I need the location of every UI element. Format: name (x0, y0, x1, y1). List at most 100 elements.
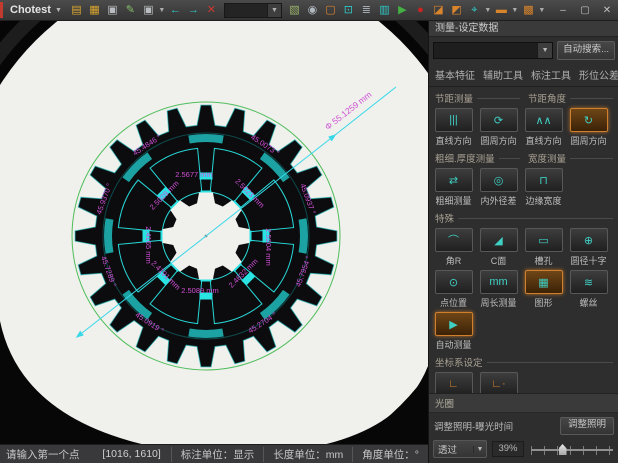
section-divider (499, 158, 520, 159)
pitch-linear-icon: ||| (435, 108, 473, 132)
delete-icon[interactable]: ✕ (203, 2, 220, 18)
tool-label: 螺丝 (579, 296, 597, 309)
perimeter-measure-tool[interactable]: mm 周长测量 (476, 270, 521, 309)
ruler-icon[interactable]: ▥ (376, 2, 393, 18)
section-divider (570, 158, 613, 159)
light-percent-value: 39% (492, 441, 524, 457)
tool-grid: ||| 直线方向 ⟳圆周方向∧∧直线方向↻ 圆周方向 (429, 105, 618, 148)
feature-combobox[interactable]: ▼ (433, 42, 553, 59)
zoom-icon[interactable]: ◉ (304, 2, 321, 18)
save-as-icon[interactable]: ▣ (140, 2, 157, 18)
app-menu[interactable]: Chotest ▼ (8, 4, 68, 16)
section-title: 坐标系设定 (435, 355, 483, 369)
c-face-tool[interactable]: ◢ C面 (476, 228, 521, 267)
tool-label: 周长测量 (480, 296, 516, 309)
tab-basic-features[interactable]: 基本特征 (431, 65, 479, 86)
combo-dropdown-icon[interactable]: ▼ (537, 43, 552, 58)
inner-outer-diameter-tool[interactable]: ◎内外径差 (476, 168, 521, 207)
target-circle-icon[interactable]: ⌖ (466, 2, 483, 18)
graphic-tool[interactable]: ▦图形 (521, 270, 566, 309)
circle-cross-icon: ⊕ (570, 228, 608, 252)
auto-search-button[interactable]: 自动搜索... (557, 41, 615, 60)
pattern-icon-caret-icon[interactable]: ▼ (538, 7, 546, 14)
open-folder-icon[interactable]: ▦ (86, 2, 103, 18)
toolbar-left: ▤▦▣✎▣▼←→✕ (68, 2, 220, 18)
pitch-circular-tool[interactable]: ⟳圆周方向 (476, 108, 521, 147)
play-icon[interactable]: ▶ (394, 2, 411, 18)
tool-label: 直线方向 (435, 134, 471, 147)
tool-grid: ⇄粗细测量◎内外径差⊓ 边缘宽度 (429, 165, 618, 208)
roi-box-icon[interactable]: ▢ (322, 2, 339, 18)
adjust-lighting-button[interactable]: 调整照明 (560, 417, 614, 435)
point-position-tool[interactable]: ⊙点位置 (431, 270, 476, 309)
slot-hole-tool[interactable]: ▭槽孔 (521, 228, 566, 267)
graphic-icon: ▦ (525, 270, 563, 294)
cursor-coordinates: [1016, 1610] (92, 448, 170, 460)
tool-label: 边缘宽度 (525, 194, 561, 207)
circle-cross-tool[interactable]: ⊕ 圆径十字 (566, 228, 611, 267)
image-icon[interactable]: ▧ (286, 2, 303, 18)
screw-thread-icon: ≋ (570, 270, 608, 294)
section-divider (458, 218, 613, 219)
section-title-wrap: 节距角度 (528, 91, 613, 105)
auto-measure-tool[interactable]: ▶自动测量 (431, 312, 476, 351)
maximize-button[interactable]: ▢ (578, 5, 592, 16)
measurement-viewport[interactable]: Φ 55.1259 mm 45.0073 ° 45.4846 ° 45.9370… (0, 21, 428, 444)
tool-label: 角R (446, 254, 462, 267)
section-divider (477, 98, 520, 99)
close-button[interactable]: ✕ (600, 5, 614, 16)
tool-tabs: 基本特征辅助工具标注工具形位公差应用工具 (429, 62, 618, 87)
perimeter-measure-icon: mm (480, 270, 518, 294)
pitch-angle-linear-tool[interactable]: ∧∧直线方向 (521, 108, 566, 147)
pattern-icon[interactable]: ▩ (520, 2, 537, 18)
redo-arrow-icon[interactable]: → (185, 2, 202, 18)
section-title: 节距测量 (435, 91, 473, 105)
panel-title: 测量-设定数据 (429, 21, 618, 37)
pick-up-icon[interactable]: ◪ (430, 2, 447, 18)
pitch-angle-circular-icon: ↻ (570, 108, 608, 132)
section-divider (487, 362, 613, 363)
point-position-icon: ⊙ (435, 270, 473, 294)
light-level-icon[interactable]: ▬ (493, 2, 510, 18)
target-circle-icon-caret-icon[interactable]: ▼ (484, 7, 492, 14)
thickness-measure-tool[interactable]: ⇄粗细测量 (431, 168, 476, 207)
combo-caret-icon[interactable]: ▼ (267, 4, 281, 17)
save-as-icon-caret-icon[interactable]: ▼ (158, 7, 166, 14)
corner-r-icon: ⌒ (435, 228, 473, 252)
section-titles: 坐标系设定 (429, 352, 618, 369)
corner-r-tool[interactable]: ⌒ 角R (431, 228, 476, 267)
app-title: Chotest (10, 4, 51, 16)
screw-thread-tool[interactable]: ≋ 螺丝 (566, 270, 611, 309)
tool-label: C面 (491, 254, 507, 267)
tab-form-tolerance[interactable]: 形位公差 (575, 65, 618, 86)
tool-label: 直线方向 (525, 134, 561, 147)
pitch-angle-circular-tool[interactable]: ↻ 圆周方向 (566, 108, 611, 147)
minimize-button[interactable]: – (556, 5, 570, 16)
edge-width-icon: ⊓ (525, 168, 563, 192)
tab-annotation-tools[interactable]: 标注工具 (527, 65, 575, 86)
light-level-icon-caret-icon[interactable]: ▼ (511, 7, 519, 14)
pick-move-icon[interactable]: ◩ (448, 2, 465, 18)
edge-width-tool[interactable]: ⊓ 边缘宽度 (521, 168, 566, 207)
undo-arrow-icon[interactable]: ← (167, 2, 184, 18)
light-mode-dropdown-icon[interactable]: ▼ (473, 446, 486, 453)
section-title: 节距角度 (528, 91, 566, 105)
save-icon[interactable]: ▣ (104, 2, 121, 18)
screen-icon[interactable]: ⊡ (340, 2, 357, 18)
edit-icon[interactable]: ✎ (122, 2, 139, 18)
tool-label: 圆径十字 (570, 254, 606, 267)
c-face-icon: ◢ (480, 228, 518, 252)
width-label: 2.5677 mm (175, 170, 213, 179)
tool-label: 圆周方向 (570, 134, 606, 147)
light-mode-select[interactable]: 透过 ▼ (433, 440, 487, 458)
new-part-icon[interactable]: ▤ (68, 2, 85, 18)
list-icon[interactable]: ≣ (358, 2, 375, 18)
tab-auxiliary-tools[interactable]: 辅助工具 (479, 65, 527, 86)
light-slider[interactable] (529, 442, 615, 456)
slider-track[interactable] (531, 449, 613, 451)
quick-search-combobox[interactable]: ▼ (224, 3, 282, 18)
tool-label: 槽孔 (534, 254, 552, 267)
section-title-wrap: 宽度测量 (528, 151, 613, 165)
record-icon[interactable]: ● (412, 2, 429, 18)
pitch-linear-tool[interactable]: ||| 直线方向 (431, 108, 476, 147)
